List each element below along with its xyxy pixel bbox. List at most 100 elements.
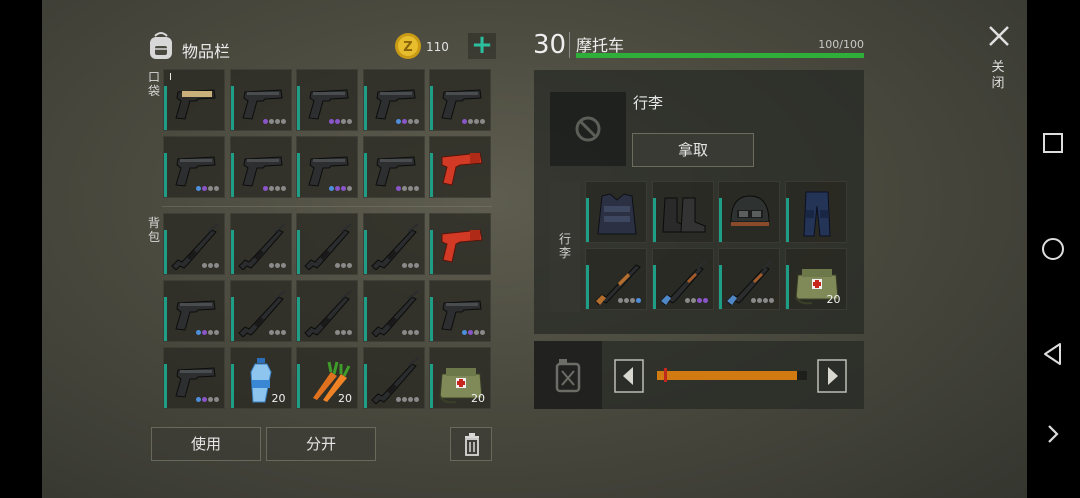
quality-dot	[202, 330, 207, 335]
pocket-slot[interactable]	[296, 136, 358, 198]
fuel-slot[interactable]	[534, 341, 602, 409]
quality-dot	[208, 397, 213, 402]
pocket-slot[interactable]	[163, 136, 225, 198]
item-quantity: 20	[338, 392, 352, 405]
backpack-slot[interactable]	[429, 280, 491, 342]
quality-dot	[407, 330, 413, 335]
durability-bar	[164, 153, 167, 197]
durability-bar	[430, 297, 433, 341]
take-button[interactable]: 拿取	[632, 133, 754, 167]
quality-dot	[769, 298, 774, 303]
pocket-slot[interactable]	[229, 69, 292, 131]
arrow-left-icon	[614, 359, 644, 393]
quality-dot	[214, 263, 219, 268]
triangle-back-icon	[1044, 343, 1061, 365]
quality-dot	[274, 263, 280, 268]
durability-bar	[164, 86, 167, 130]
backpack-slot[interactable]: 20	[229, 347, 292, 409]
boots-icon	[661, 197, 705, 233]
pocket-slot[interactable]	[429, 136, 491, 198]
durability-bar	[586, 198, 589, 242]
quality-dot	[474, 330, 479, 335]
backpack-slot[interactable]: 20	[429, 347, 491, 409]
trunk-slot[interactable]	[585, 181, 647, 243]
quality-dot	[335, 263, 340, 268]
trunk-slot[interactable]	[718, 181, 780, 243]
quality-dot	[208, 263, 213, 268]
trunk-label: 行李	[558, 232, 571, 260]
quality-dot	[268, 330, 274, 335]
backpack-slot[interactable]	[296, 213, 358, 275]
quality-dot	[347, 119, 352, 124]
quality-dot	[268, 119, 274, 124]
quality-dot	[413, 330, 419, 335]
add-coins-button[interactable]: +	[468, 32, 496, 59]
quality-dots	[262, 186, 286, 193]
quality-dot	[196, 397, 201, 402]
backpack-slot[interactable]	[229, 280, 292, 342]
trunk-slot[interactable]: 20	[784, 248, 847, 310]
backpack-slot[interactable]	[362, 347, 425, 409]
quality-dot	[462, 119, 467, 124]
trunk-slot[interactable]	[651, 181, 714, 243]
backpack-slot[interactable]	[229, 213, 292, 275]
pocket-slot[interactable]	[362, 69, 425, 131]
pocket-slot[interactable]	[362, 136, 425, 198]
pocket-slot[interactable]	[229, 136, 292, 198]
quality-dots	[195, 330, 219, 337]
quality-dots	[262, 119, 286, 126]
quality-dot	[347, 186, 352, 191]
quality-dot	[751, 298, 756, 303]
backpack-slot[interactable]	[362, 280, 425, 342]
durability-bar	[164, 364, 167, 408]
fuel-slider-handle[interactable]	[664, 368, 667, 382]
quality-dot	[341, 186, 346, 191]
fuel-slider-fill	[657, 371, 797, 380]
pocket-slot[interactable]: I	[163, 69, 225, 131]
quality-dot	[401, 119, 407, 124]
use-button[interactable]: 使用	[151, 427, 261, 461]
item-tier: I	[169, 72, 172, 83]
quality-dot	[274, 186, 280, 191]
backpack-slot[interactable]	[163, 280, 225, 342]
fuel-decrease-button[interactable]	[614, 359, 644, 393]
recent-apps-button[interactable]	[1040, 130, 1066, 156]
vehicle-equip-slot[interactable]	[550, 92, 626, 166]
pocket-slot[interactable]	[429, 69, 491, 131]
backpack-slot[interactable]: 20	[296, 347, 358, 409]
trunk-slot[interactable]	[651, 248, 714, 310]
quality-dot	[413, 397, 419, 402]
quality-dot	[202, 186, 207, 191]
section-divider	[162, 206, 492, 207]
quality-dots	[401, 330, 419, 337]
trunk-slot[interactable]	[585, 248, 647, 310]
coin-icon: Z	[395, 33, 421, 59]
backpack-slot[interactable]	[362, 213, 425, 275]
durability-bar	[785, 198, 789, 242]
split-button[interactable]: 分开	[266, 427, 376, 461]
close-button[interactable]	[987, 24, 1011, 48]
backpack-slot[interactable]	[163, 347, 225, 409]
durability-bar	[297, 86, 300, 130]
quality-dot	[335, 186, 340, 191]
quality-dot	[202, 397, 207, 402]
fuel-slider-track[interactable]	[657, 371, 807, 380]
quality-dots	[401, 263, 419, 270]
arrow-right-icon	[817, 359, 847, 393]
discard-button[interactable]	[450, 427, 492, 461]
expand-button[interactable]	[1040, 421, 1066, 447]
home-button[interactable]	[1040, 236, 1066, 262]
backpack-slot[interactable]	[163, 213, 225, 275]
trunk-slot[interactable]	[718, 248, 780, 310]
backpack-slot[interactable]	[296, 280, 358, 342]
pants-icon	[802, 191, 831, 237]
trunk-slot[interactable]	[784, 181, 847, 243]
close-icon	[989, 26, 1009, 46]
backpack-slot[interactable]	[429, 213, 491, 275]
pocket-slot[interactable]	[296, 69, 358, 131]
fuel-increase-button[interactable]	[817, 359, 847, 393]
quality-dots	[334, 263, 352, 270]
back-button[interactable]	[1040, 341, 1066, 367]
jerrycan-icon	[555, 359, 581, 393]
durability-bar	[363, 297, 367, 341]
